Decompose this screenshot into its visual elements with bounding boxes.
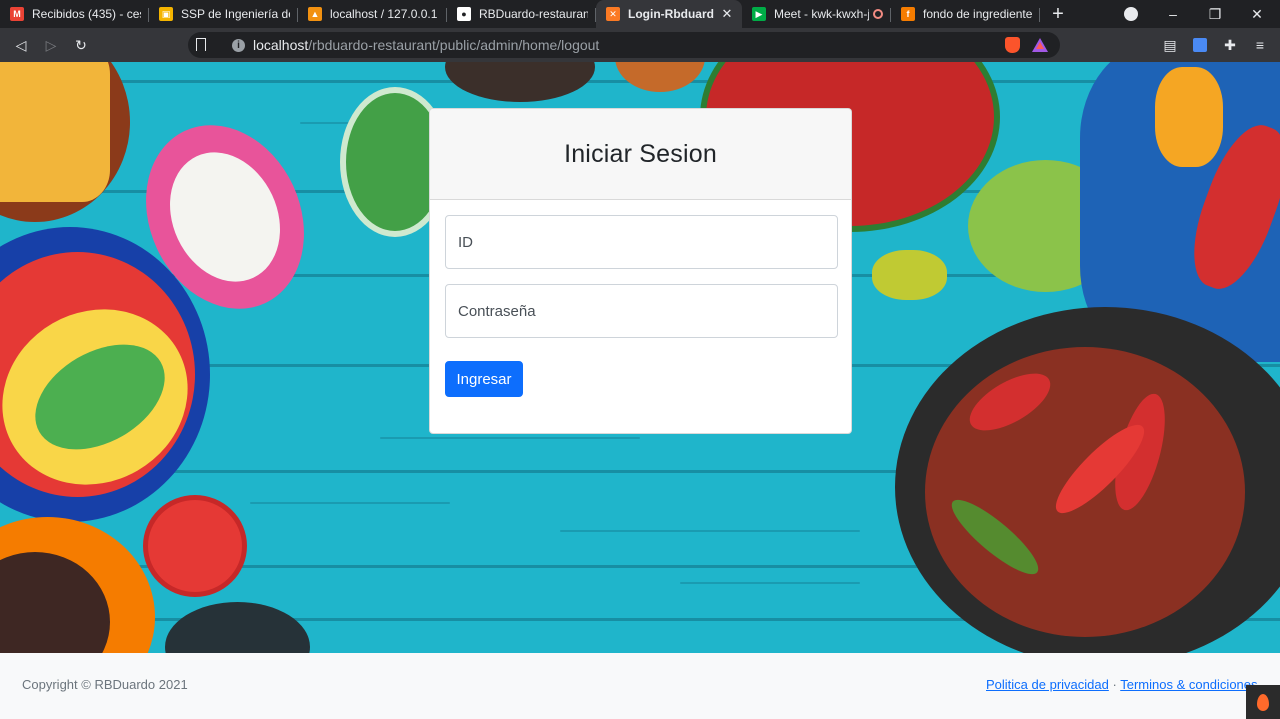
brave-rewards-icon[interactable]	[1032, 38, 1048, 52]
privacy-policy-link[interactable]: Politica de privacidad	[986, 677, 1109, 692]
back-button[interactable]: ◁	[10, 34, 32, 56]
browser-tab-strip: M Recibidos (435) - cesar ▣ SSP de Ingenier…	[0, 0, 1280, 28]
tab-title: RBDuardo-restaurante	[479, 7, 588, 21]
password-input[interactable]	[445, 284, 838, 338]
browser-tab-2[interactable]: ▣ SSP de Ingeniería de So	[149, 0, 298, 28]
tab-title: localhost / 127.0.0.1 / c	[330, 7, 439, 21]
tab-search-button[interactable]	[1110, 0, 1152, 28]
new-tab-button[interactable]: +	[1040, 0, 1076, 28]
tab-title: SSP de Ingeniería de So	[181, 7, 290, 21]
browser-tab-3[interactable]: ▲ localhost / 127.0.0.1 / c	[298, 0, 447, 28]
flame-icon	[1257, 693, 1269, 711]
github-icon: ●	[457, 7, 471, 21]
brave-shields-icon[interactable]	[1005, 37, 1020, 53]
translate-icon[interactable]	[1191, 36, 1209, 54]
phpmyadmin-icon: ▲	[308, 7, 322, 21]
url-host: localhost	[253, 37, 309, 53]
ssp-icon: ▣	[159, 7, 173, 21]
copyright-text: Copyright © RBDuardo 2021	[22, 677, 188, 692]
tab-title: Login-Rbduardo	[628, 7, 714, 21]
menu-icon[interactable]: ≡	[1251, 36, 1269, 54]
url-path: /rbduardo-restaurant/public/admin/home/l…	[308, 37, 600, 53]
forward-arrow-icon: ▷	[45, 36, 57, 53]
reload-icon: ↻	[75, 36, 87, 53]
reload-button[interactable]: ↻	[70, 34, 92, 56]
close-window-button[interactable]: ✕	[1236, 0, 1278, 28]
browser-tab-4[interactable]: ● RBDuardo-restaurante	[447, 0, 596, 28]
maximize-button[interactable]: ❐	[1194, 0, 1236, 28]
restore-icon: ❐	[1208, 5, 1222, 22]
bookmark-icon[interactable]	[196, 38, 206, 51]
minimize-icon: –	[1169, 6, 1177, 22]
login-title: Iniciar Sesion	[564, 139, 717, 168]
tab-title: Meet - kwk-kwxh-j	[774, 7, 869, 21]
url-text[interactable]: localhost/rbduardo-restaurant/public/adm…	[253, 37, 599, 53]
forward-button[interactable]: ▷	[40, 34, 62, 56]
page-footer: Copyright © RBDuardo 2021 Politica de pr…	[0, 653, 1280, 719]
browser-tab-6[interactable]: ▶ Meet - kwk-kwxh-j	[742, 0, 891, 28]
web-icon: f	[901, 7, 915, 21]
chevron-down-icon	[1124, 7, 1138, 21]
login-card: Iniciar Sesion Ingresar	[429, 108, 852, 434]
tomato-half-image	[143, 495, 247, 597]
site-info-icon[interactable]: i	[232, 38, 245, 52]
terms-link[interactable]: Terminos & condiciones	[1120, 677, 1257, 692]
recording-indicator-icon	[873, 9, 883, 19]
extensions-puzzle-icon[interactable]: ✚	[1221, 36, 1239, 54]
tab-title: Recibidos (435) - cesar	[32, 7, 141, 21]
login-submit-button[interactable]: Ingresar	[445, 361, 523, 397]
browser-tab-5[interactable]: ✕ Login-Rbduardo ✕	[596, 0, 742, 28]
tab-title: fondo de ingredientes	[923, 7, 1032, 21]
back-arrow-icon: ◁	[15, 36, 27, 53]
meet-icon: ▶	[752, 7, 766, 21]
minimize-button[interactable]: –	[1152, 0, 1194, 28]
flame-badge[interactable]	[1246, 685, 1280, 719]
close-icon: ✕	[1251, 5, 1263, 22]
browser-toolbar: ◁ ▷ ↻ i localhost/rbduardo-restaurant/pu…	[0, 28, 1280, 62]
address-bar[interactable]: i localhost/rbduardo-restaurant/public/a…	[188, 32, 1060, 58]
close-tab-icon[interactable]: ✕	[720, 6, 734, 22]
browser-tab-1[interactable]: M Recibidos (435) - cesar	[0, 0, 149, 28]
gmail-icon: M	[10, 7, 24, 21]
login-card-header: Iniciar Sesion	[430, 109, 851, 200]
page-viewport: Iniciar Sesion Ingresar Copyright © RBDu…	[0, 62, 1280, 719]
xampp-icon: ✕	[606, 7, 620, 21]
reading-list-icon[interactable]: ▤	[1161, 36, 1179, 54]
browser-tab-7[interactable]: f fondo de ingredientes	[891, 0, 1040, 28]
hero-background: Iniciar Sesion Ingresar	[0, 62, 1280, 653]
footer-separator: ·	[1112, 677, 1117, 692]
footer-links: Politica de privacidad · Terminos & cond…	[986, 677, 1258, 692]
id-input[interactable]	[445, 215, 838, 269]
